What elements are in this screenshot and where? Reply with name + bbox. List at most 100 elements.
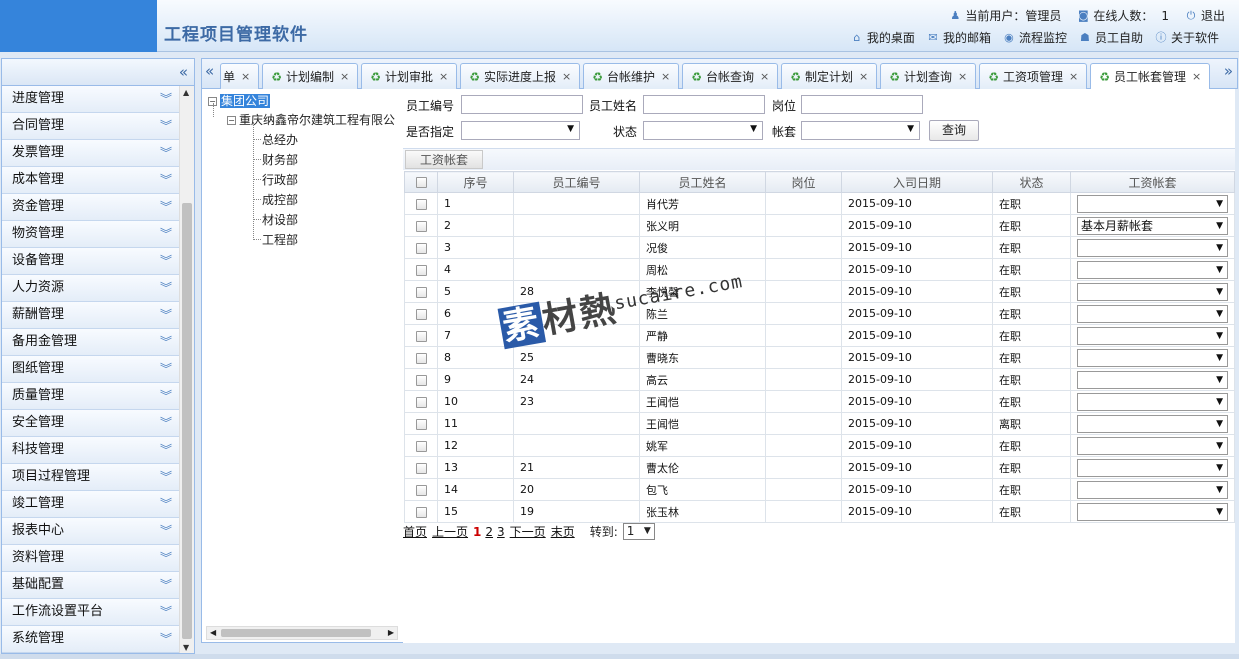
close-tab-icon[interactable]: × bbox=[661, 65, 670, 89]
tab-scroll-right-icon[interactable]: » bbox=[1224, 62, 1233, 80]
column-header-seq[interactable]: 序号 bbox=[437, 171, 514, 193]
sidebar-item[interactable]: 资金管理 ︾ bbox=[2, 194, 180, 221]
row-account-set-select[interactable]: ▼ bbox=[1077, 458, 1228, 477]
tree-dept-label[interactable]: 行政部 bbox=[262, 173, 298, 187]
tree-dept-node[interactable]: 财务部 bbox=[262, 151, 298, 168]
column-header-join-date[interactable]: 入司日期 bbox=[841, 171, 993, 193]
row-account-set-select[interactable]: 基本月薪帐套 ▼ bbox=[1077, 216, 1228, 235]
column-header-position[interactable]: 岗位 bbox=[765, 171, 842, 193]
account-set-select[interactable]: ▼ bbox=[801, 121, 920, 140]
scrollbar-thumb[interactable] bbox=[221, 629, 371, 637]
column-header-employee-no[interactable]: 员工编号 bbox=[513, 171, 640, 193]
sidebar-item[interactable]: 工作流设置平台 ︾ bbox=[2, 599, 180, 626]
table-row[interactable]: 10 23 王闻恺 2015-09-10 在职 ▼ bbox=[404, 390, 1235, 413]
sidebar-item[interactable]: 科技管理 ︾ bbox=[2, 437, 180, 464]
sidebar-item[interactable]: 物资管理 ︾ bbox=[2, 221, 180, 248]
close-tab-icon[interactable]: × bbox=[340, 65, 349, 89]
tab-3[interactable]: ♻ 计划审批 × bbox=[361, 63, 458, 89]
row-account-set-select[interactable]: ▼ bbox=[1077, 194, 1228, 213]
row-checkbox[interactable] bbox=[415, 198, 427, 210]
collapse-sidebar-icon[interactable]: « bbox=[179, 63, 188, 81]
tree-root-node[interactable]: − 集团公司 bbox=[208, 92, 271, 109]
row-select-cell[interactable] bbox=[404, 456, 438, 479]
tree-dept-label[interactable]: 材设部 bbox=[262, 213, 298, 227]
page-link-1[interactable]: 1 bbox=[473, 525, 481, 539]
scroll-left-arrow-icon[interactable]: ◀ bbox=[210, 627, 216, 639]
close-tab-icon[interactable]: × bbox=[859, 65, 868, 89]
tab-scroll-left-icon[interactable]: « bbox=[205, 62, 214, 80]
row-select-cell[interactable] bbox=[404, 280, 438, 303]
assigned-select[interactable]: ▼ bbox=[461, 121, 580, 140]
row-checkbox[interactable] bbox=[415, 484, 427, 496]
employee-no-input[interactable] bbox=[461, 95, 583, 114]
row-checkbox[interactable] bbox=[415, 396, 427, 408]
table-row[interactable]: 11 王闻恺 2015-09-10 离职 ▼ bbox=[404, 412, 1235, 435]
tree-dept-node[interactable]: 总经办 bbox=[262, 131, 298, 148]
close-tab-icon[interactable]: × bbox=[760, 65, 769, 89]
tab-6[interactable]: ♻ 台帐查询 × bbox=[682, 63, 779, 89]
sidebar-item[interactable]: 图纸管理 ︾ bbox=[2, 356, 180, 383]
row-select-cell[interactable] bbox=[404, 434, 438, 457]
tree-dept-label[interactable]: 工程部 bbox=[262, 233, 298, 247]
column-header-status[interactable]: 状态 bbox=[992, 171, 1071, 193]
table-row[interactable]: 1 肖代芳 2015-09-10 在职 ▼ bbox=[404, 192, 1235, 215]
table-row[interactable]: 7 严静 2015-09-10 在职 ▼ bbox=[404, 324, 1235, 347]
query-button[interactable]: 查询 bbox=[929, 120, 979, 141]
table-row[interactable]: 14 20 包飞 2015-09-10 在职 ▼ bbox=[404, 478, 1235, 501]
tree-horizontal-scrollbar[interactable]: ◀ ▶ bbox=[206, 626, 398, 640]
scroll-right-arrow-icon[interactable]: ▶ bbox=[388, 627, 394, 639]
select-all-checkbox[interactable] bbox=[415, 177, 427, 188]
position-input[interactable] bbox=[801, 95, 923, 114]
close-tab-icon[interactable]: × bbox=[562, 65, 571, 89]
row-checkbox[interactable] bbox=[415, 506, 427, 518]
tree-dept-node[interactable]: 行政部 bbox=[262, 171, 298, 188]
header-nav-user[interactable]: ☗ 员工自助 bbox=[1079, 29, 1143, 46]
tab-4[interactable]: ♻ 实际进度上报 × bbox=[460, 63, 581, 89]
row-select-cell[interactable] bbox=[404, 368, 438, 391]
row-account-set-select[interactable]: ▼ bbox=[1077, 282, 1228, 301]
tab-7[interactable]: ♻ 制定计划 × bbox=[781, 63, 878, 89]
table-row[interactable]: 6 陈兰 2015-09-10 在职 ▼ bbox=[404, 302, 1235, 325]
sidebar-item[interactable]: 进度管理 ︾ bbox=[2, 86, 180, 113]
table-row[interactable]: 13 21 曹太伦 2015-09-10 在职 ▼ bbox=[404, 456, 1235, 479]
header-nav-mail[interactable]: ✉ 我的邮箱 bbox=[927, 29, 991, 46]
tab-9[interactable]: ♻ 工资项管理 × bbox=[979, 63, 1088, 89]
sidebar-item[interactable]: 报表中心 ︾ bbox=[2, 518, 180, 545]
row-account-set-select[interactable]: ▼ bbox=[1077, 304, 1228, 323]
row-select-cell[interactable] bbox=[404, 236, 438, 259]
row-checkbox[interactable] bbox=[415, 264, 427, 276]
tab-1[interactable]: 单 × bbox=[220, 63, 260, 89]
sidebar-item[interactable]: 设备管理 ︾ bbox=[2, 248, 180, 275]
sidebar-item[interactable]: 项目过程管理 ︾ bbox=[2, 464, 180, 491]
header-nav-monitor[interactable]: ◉ 流程监控 bbox=[1003, 29, 1067, 46]
goto-page-select[interactable]: 1 ▼ bbox=[622, 523, 655, 540]
collapse-toggle-icon[interactable]: − bbox=[227, 116, 236, 125]
header-nav-info[interactable]: ⓘ 关于软件 bbox=[1155, 29, 1219, 46]
row-account-set-select[interactable]: ▼ bbox=[1077, 502, 1228, 521]
row-select-cell[interactable] bbox=[404, 346, 438, 369]
tab-10[interactable]: ♻ 员工帐套管理 × bbox=[1090, 63, 1211, 90]
row-account-set-select[interactable]: ▼ bbox=[1077, 238, 1228, 257]
row-select-cell[interactable] bbox=[404, 214, 438, 237]
tree-dept-node[interactable]: 材设部 bbox=[262, 211, 298, 228]
close-tab-icon[interactable]: × bbox=[241, 65, 250, 89]
sidebar-item[interactable]: 竣工管理 ︾ bbox=[2, 491, 180, 518]
column-header-salary-account-set[interactable]: 工资帐套 bbox=[1070, 171, 1235, 193]
sidebar-scrollbar[interactable]: ▲ ▼ bbox=[179, 86, 194, 653]
row-account-set-select[interactable]: ▼ bbox=[1077, 348, 1228, 367]
scroll-down-arrow-icon[interactable]: ▼ bbox=[183, 643, 189, 652]
logout-link[interactable]: ⏻ 退出 bbox=[1185, 7, 1225, 24]
table-row[interactable]: 5 28 李悦馨 2015-09-10 在职 ▼ bbox=[404, 280, 1235, 303]
page-link-2[interactable]: 2 bbox=[485, 525, 493, 539]
row-select-cell[interactable] bbox=[404, 500, 438, 523]
select-all-column[interactable] bbox=[404, 171, 438, 193]
tab-2[interactable]: ♻ 计划编制 × bbox=[262, 63, 359, 89]
close-tab-icon[interactable]: × bbox=[958, 65, 967, 89]
row-checkbox[interactable] bbox=[415, 308, 427, 320]
table-row[interactable]: 4 周松 2015-09-10 在职 ▼ bbox=[404, 258, 1235, 281]
row-select-cell[interactable] bbox=[404, 478, 438, 501]
row-account-set-select[interactable]: ▼ bbox=[1077, 480, 1228, 499]
scrollbar-thumb[interactable] bbox=[182, 203, 192, 639]
tab-5[interactable]: ♻ 台帐维护 × bbox=[583, 63, 680, 89]
row-select-cell[interactable] bbox=[404, 390, 438, 413]
